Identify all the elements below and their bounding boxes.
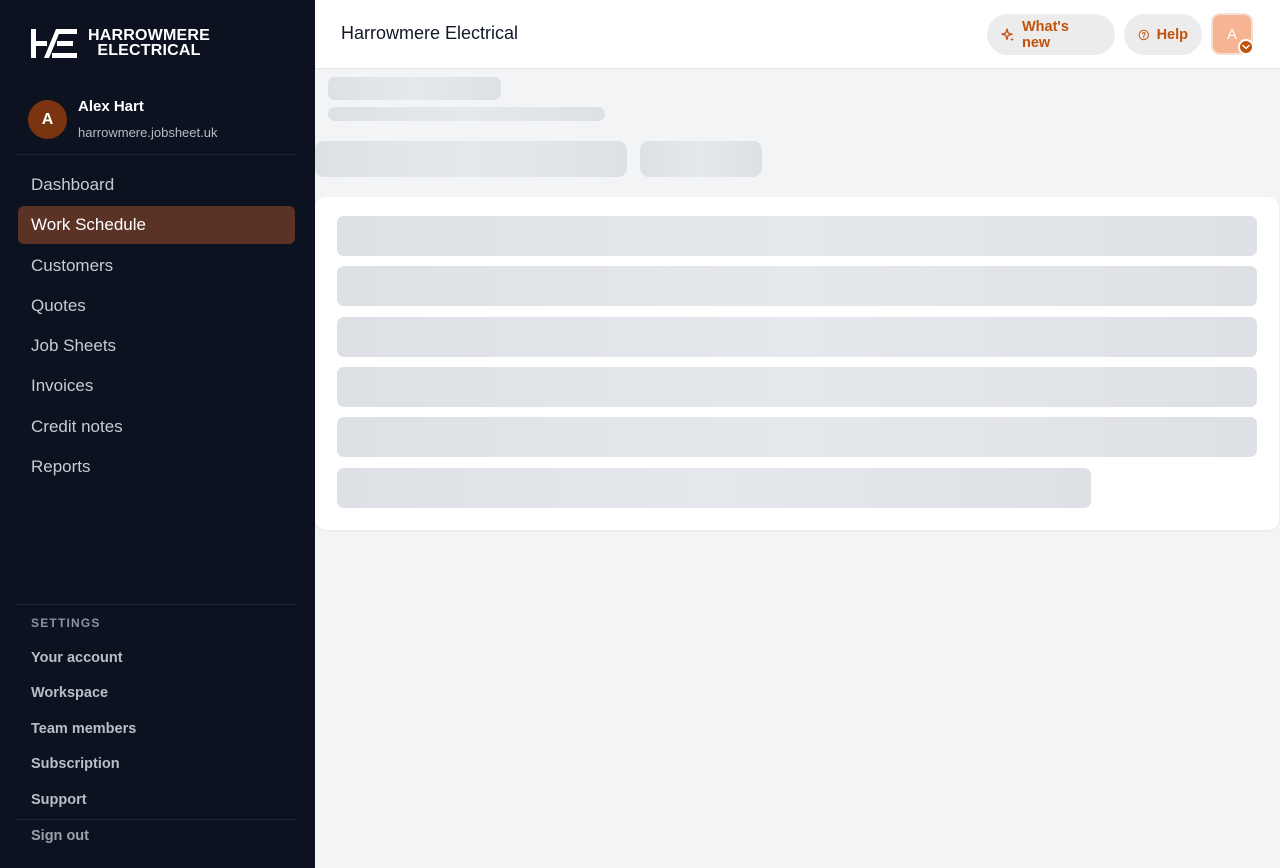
top-header: Harrowmere Electrical What's new Help A [315, 0, 1280, 69]
skeleton-row [337, 317, 1257, 357]
logo-text: HARROWMERE ELECTRICAL [88, 27, 210, 59]
whats-new-button[interactable]: What's new [987, 14, 1115, 55]
nav-item-invoices[interactable]: Invoices [18, 367, 295, 405]
avatar-initial: A [1226, 25, 1237, 43]
help-label: Help [1156, 26, 1188, 43]
sign-out-link[interactable]: Sign out [31, 828, 89, 844]
nav-item-work-schedule[interactable]: Work Schedule [18, 206, 295, 245]
user-avatar: A [28, 100, 67, 139]
settings-item-support[interactable]: Support [31, 782, 136, 818]
user-name: Alex Hart [78, 98, 144, 115]
nav-item-dashboard[interactable]: Dashboard [18, 166, 295, 204]
divider [16, 819, 297, 820]
logo-line-2: ELECTRICAL [97, 42, 201, 59]
user-domain: harrowmere.jobsheet.uk [78, 125, 218, 140]
skeleton-button [640, 141, 762, 177]
sparkle-icon [1001, 27, 1014, 41]
settings-item-your-account[interactable]: Your account [31, 640, 136, 676]
skeleton-row [337, 266, 1257, 306]
nav-item-credit-notes[interactable]: Credit notes [18, 408, 295, 446]
skeleton-row [337, 417, 1257, 457]
sidebar: HARROWMERE ELECTRICAL A Alex Hart harrow… [0, 0, 315, 868]
whats-new-label: What's new [1021, 18, 1069, 51]
user-profile[interactable]: A Alex Hart harrowmere.jobsheet.uk [28, 98, 217, 140]
settings-item-workspace[interactable]: Workspace [31, 676, 136, 712]
skeleton-title [328, 77, 501, 100]
brand-logo[interactable]: HARROWMERE ELECTRICAL [30, 26, 210, 60]
divider [16, 604, 297, 605]
settings-item-subscription[interactable]: Subscription [31, 747, 136, 783]
logo-line-1: HARROWMERE [88, 27, 210, 44]
chevron-down-icon [1238, 39, 1254, 55]
account-menu-button[interactable]: A [1211, 13, 1254, 55]
settings-nav: Your account Workspace Team members Subs… [31, 640, 136, 818]
skeleton-subtitle [328, 107, 605, 121]
question-circle-icon [1138, 29, 1149, 40]
divider [16, 154, 297, 155]
nav-item-customers[interactable]: Customers [18, 247, 295, 285]
settings-heading: SETTINGS [31, 616, 101, 630]
skeleton-row [337, 468, 1091, 508]
skeleton-filter [315, 141, 627, 177]
skeleton-row [337, 367, 1257, 407]
skeleton-row [337, 216, 1257, 256]
nav-item-job-sheets[interactable]: Job Sheets [18, 327, 295, 365]
main-nav: Dashboard Work Schedule Customers Quotes… [18, 166, 295, 488]
help-button[interactable]: Help [1124, 14, 1202, 55]
logo-mark-icon [31, 29, 77, 58]
nav-item-quotes[interactable]: Quotes [18, 287, 295, 325]
page-title: Harrowmere Electrical [341, 23, 519, 43]
nav-item-reports[interactable]: Reports [18, 448, 295, 486]
skeleton-card [315, 197, 1279, 530]
settings-item-team-members[interactable]: Team members [31, 711, 136, 747]
